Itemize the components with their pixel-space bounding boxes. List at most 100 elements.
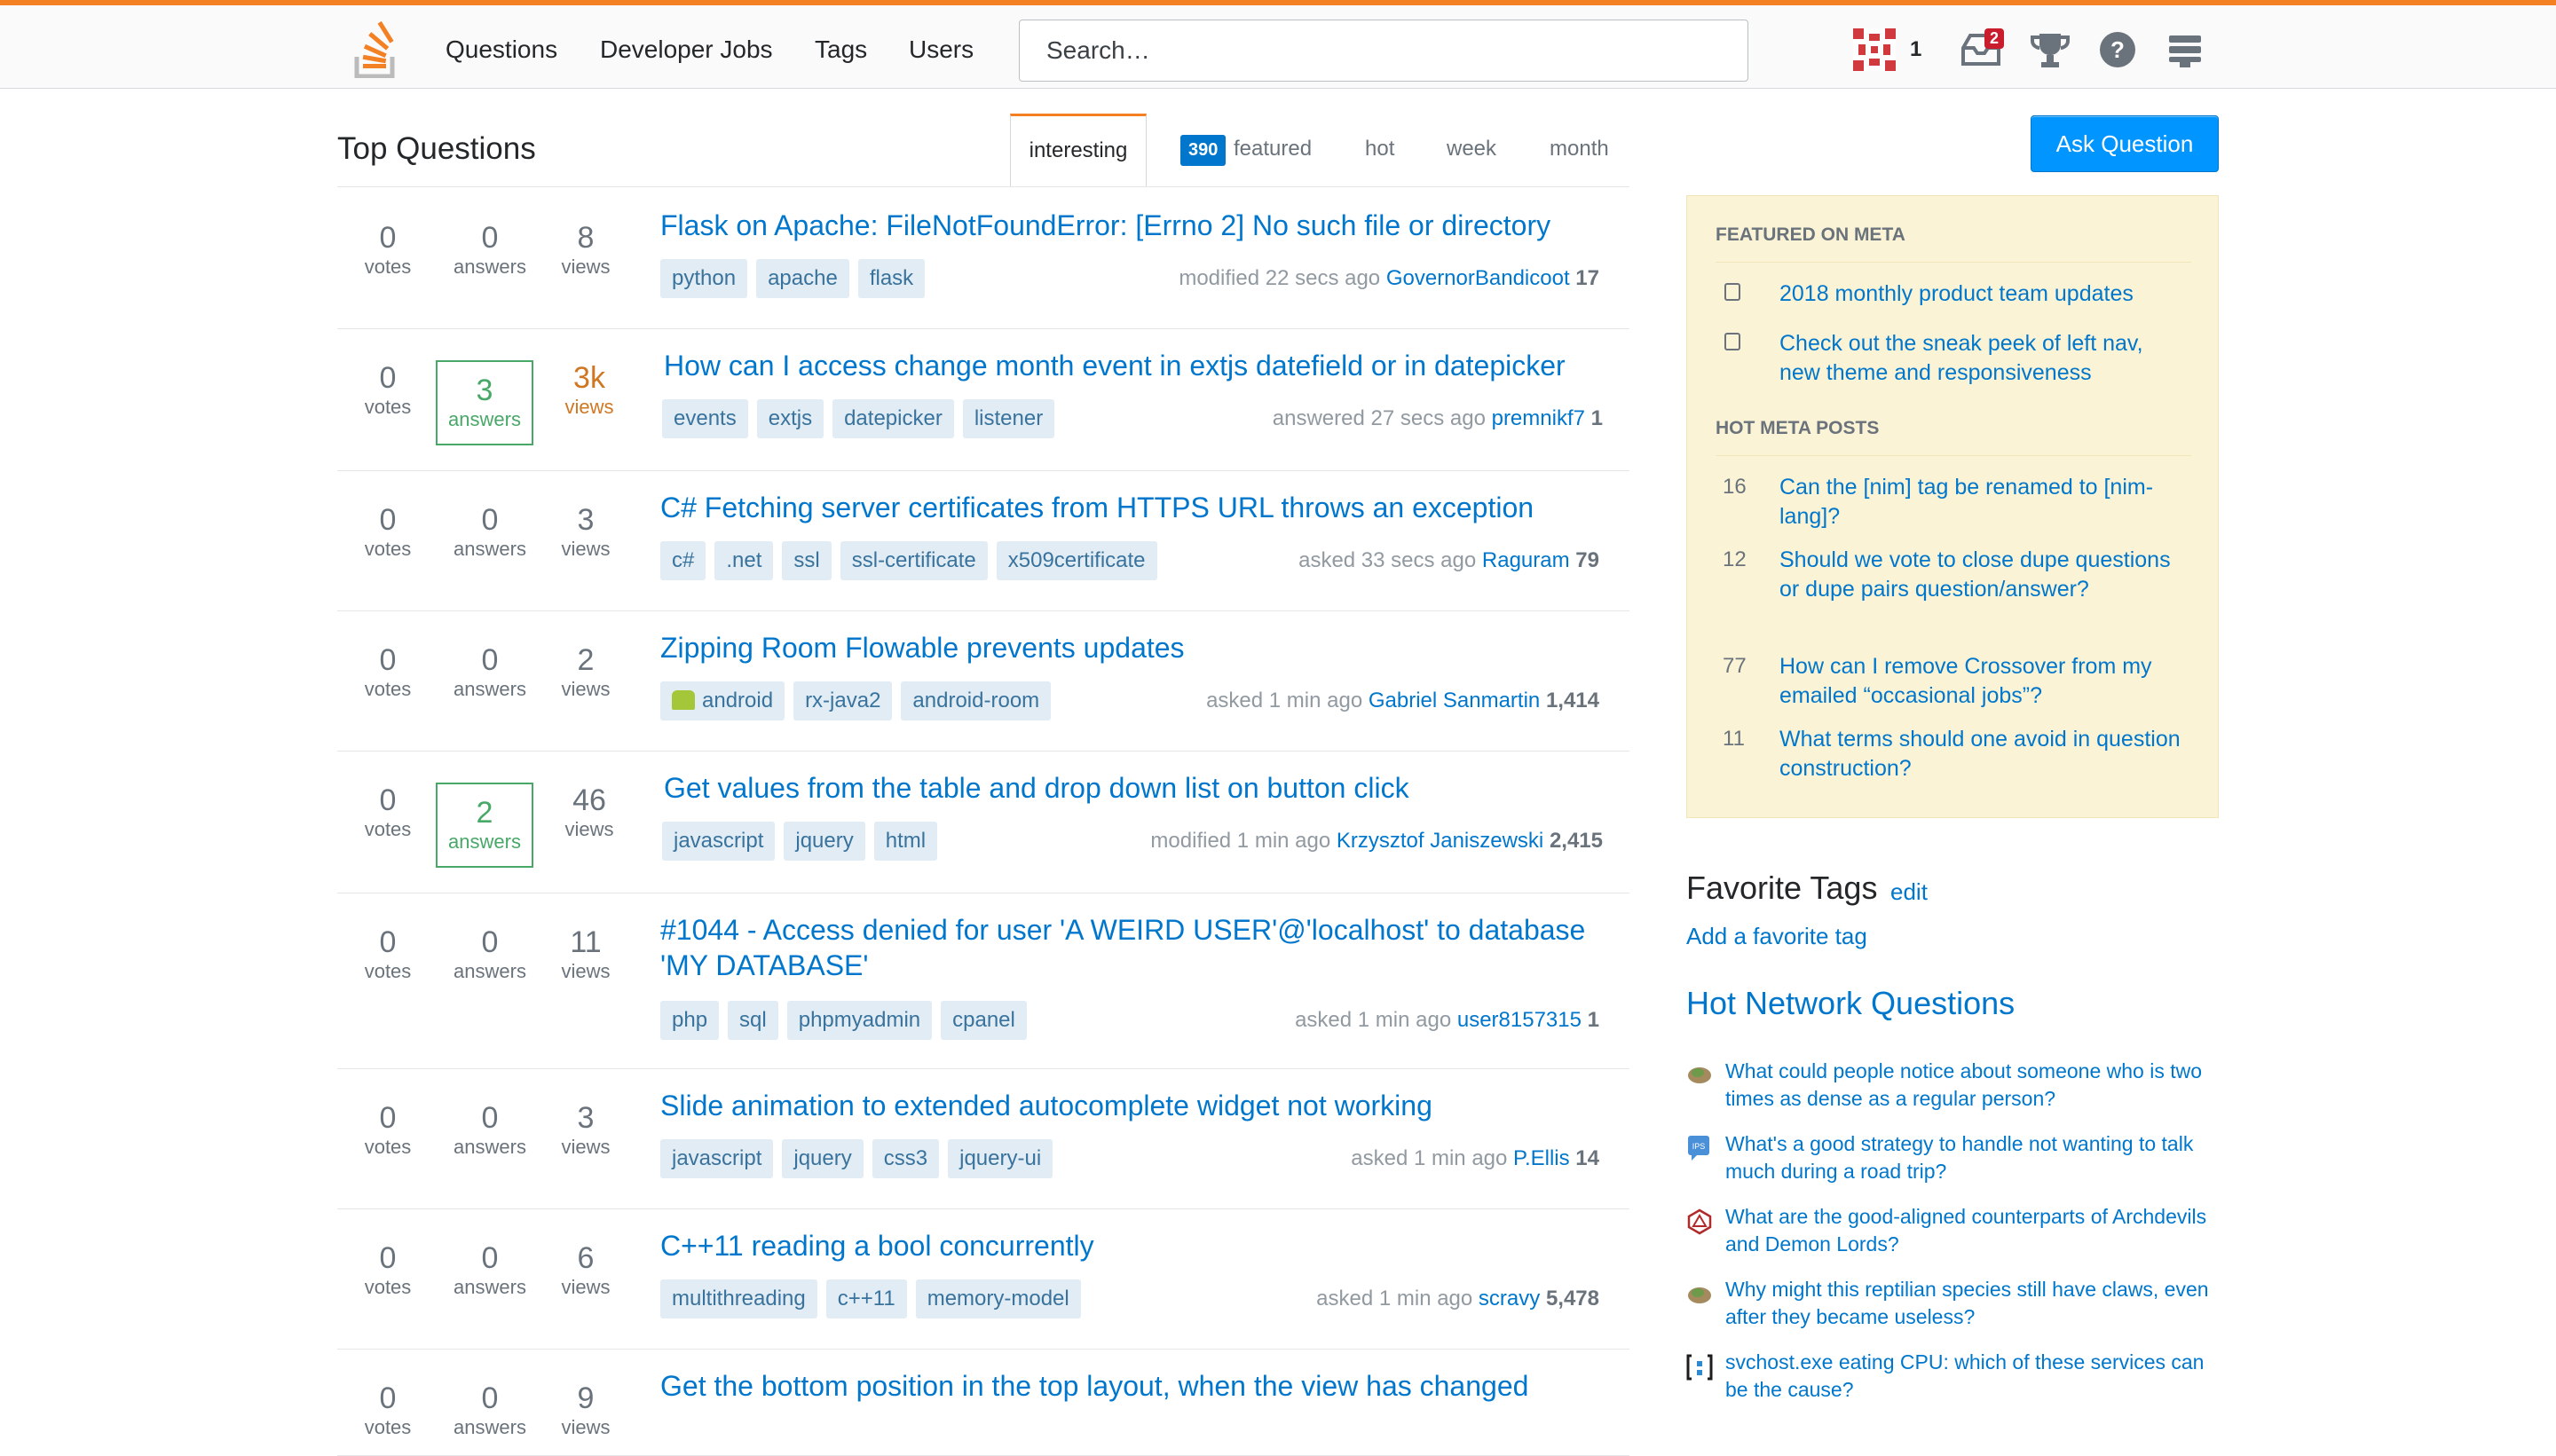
activity-time[interactable]: answered 27 secs ago — [1273, 406, 1486, 430]
tag-events[interactable]: events — [662, 399, 748, 438]
answer-count-count: 0 — [481, 221, 499, 255]
tag-phpmyadmin[interactable]: phpmyadmin — [786, 1001, 933, 1040]
question-title-link[interactable]: C# Fetching server certificates from HTT… — [660, 490, 1619, 525]
question-title-link[interactable]: How can I access change month event in e… — [664, 348, 1622, 383]
tab-hot[interactable]: hot — [1365, 137, 1394, 161]
user-link[interactable]: premnikf7 — [1492, 406, 1585, 430]
help-icon[interactable]: ? — [2096, 28, 2139, 71]
meta-post-icon — [1724, 283, 1740, 301]
question-title-link[interactable]: Get values from the table and drop down … — [664, 770, 1622, 806]
activity-time[interactable]: asked 1 min ago — [1351, 1146, 1507, 1170]
question-title-link[interactable]: #1044 - Access denied for user 'A WEIRD … — [660, 912, 1619, 983]
user-link[interactable]: scravy — [1479, 1287, 1540, 1310]
hot-meta-link[interactable]: How can I remove Crossover from my email… — [1779, 652, 2188, 711]
activity-time[interactable]: asked 1 min ago — [1316, 1287, 1472, 1310]
hot-meta-link[interactable]: Should we vote to close dupe questions o… — [1779, 546, 2188, 604]
tag-html[interactable]: html — [873, 822, 938, 861]
tag-extjs[interactable]: extjs — [756, 399, 824, 438]
hot-network-question-link[interactable]: Why might this reptilian species still h… — [1725, 1276, 2222, 1331]
tag-label: sql — [739, 1008, 767, 1032]
avatar[interactable] — [1853, 28, 1896, 71]
tab-month[interactable]: month — [1550, 137, 1609, 161]
tag-ssl-certificate[interactable]: ssl-certificate — [840, 541, 988, 580]
featured-count-badge[interactable]: 390 — [1180, 135, 1227, 166]
tag-datepicker[interactable]: datepicker — [832, 399, 954, 438]
activity-time[interactable]: asked 1 min ago — [1295, 1008, 1451, 1032]
tag-cpanel[interactable]: cpanel — [941, 1001, 1027, 1040]
tag-apache[interactable]: apache — [756, 259, 849, 298]
nav-users[interactable]: Users — [909, 35, 974, 64]
user-link[interactable]: Krzysztof Janiszewski — [1337, 829, 1543, 853]
user-link[interactable]: user8157315 — [1457, 1008, 1582, 1032]
tag-flask[interactable]: flask — [857, 259, 926, 298]
question-title-link[interactable]: Flask on Apache: FileNotFoundError: [Err… — [660, 208, 1619, 243]
question-title-link[interactable]: C++11 reading a bool concurrently — [660, 1228, 1619, 1263]
user-link[interactable]: GovernorBandicoot — [1386, 266, 1570, 290]
hot-network-question-link[interactable]: What's a good strategy to handle not wan… — [1725, 1130, 2222, 1185]
user-reputation: 14 — [1575, 1146, 1599, 1170]
hot-meta-count: 77 — [1723, 654, 1747, 678]
nav-tags[interactable]: Tags — [815, 35, 867, 64]
tag-python[interactable]: python — [660, 259, 748, 298]
tag-android[interactable]: android — [660, 681, 785, 720]
tag-rx-java2[interactable]: rx-java2 — [793, 681, 893, 720]
site-switcher-icon[interactable] — [2164, 28, 2206, 71]
activity-time[interactable]: modified 22 secs ago — [1179, 266, 1380, 290]
view-count-count: 11 — [570, 925, 602, 959]
tag-c-11[interactable]: c++11 — [825, 1279, 907, 1318]
hot-meta-link[interactable]: What terms should one avoid in question … — [1779, 725, 2188, 783]
tag-memory-model[interactable]: memory-model — [915, 1279, 1081, 1318]
vote-count: 0 votes — [339, 642, 437, 701]
user-link[interactable]: P.Ellis — [1513, 1146, 1570, 1170]
tag-listener[interactable]: listener — [962, 399, 1055, 438]
tag-label: memory-model — [927, 1287, 1069, 1310]
hot-network-question-link[interactable]: What are the good-aligned counterparts o… — [1725, 1203, 2222, 1258]
stackoverflow-logo-icon[interactable] — [353, 21, 403, 78]
featured-meta-link[interactable]: 2018 monthly product team updates — [1779, 279, 2188, 309]
vote-count-label: votes — [364, 1276, 412, 1298]
activity-time[interactable]: asked 33 secs ago — [1298, 548, 1476, 572]
superuser-icon — [1686, 1354, 1713, 1381]
tag-multithreading[interactable]: multithreading — [660, 1279, 817, 1318]
achievements-trophy-icon[interactable] — [2029, 28, 2071, 71]
question-meta: asked 1 min ago scravy 5,478 — [1316, 1287, 1599, 1311]
tab-week[interactable]: week — [1447, 137, 1496, 161]
tag-jquery-ui[interactable]: jquery-ui — [948, 1139, 1053, 1178]
tab-featured[interactable]: featured — [1234, 137, 1312, 161]
svg-text:IPS: IPS — [1692, 1142, 1706, 1151]
hot-network-question-link[interactable]: svchost.exe eating CPU: which of these s… — [1725, 1349, 2222, 1404]
tag--net[interactable]: .net — [714, 541, 774, 580]
tag-javascript[interactable]: javascript — [662, 822, 776, 861]
view-count-label: views — [564, 818, 614, 840]
question-title-link[interactable]: Get the bottom position in the top layou… — [660, 1368, 1619, 1404]
tag-ssl[interactable]: ssl — [782, 541, 832, 580]
tag-c-[interactable]: c# — [660, 541, 706, 580]
tag-javascript[interactable]: javascript — [660, 1139, 774, 1178]
question-title-link[interactable]: Zipping Room Flowable prevents updates — [660, 630, 1619, 665]
hot-network-question-link[interactable]: What could people notice about someone w… — [1725, 1058, 2222, 1113]
favorite-tags-edit-link[interactable]: edit — [1890, 878, 1928, 906]
tag-css3[interactable]: css3 — [872, 1139, 940, 1178]
hot-network-questions-title[interactable]: Hot Network Questions — [1686, 985, 2015, 1022]
tag-label: c# — [672, 548, 695, 572]
ask-question-button[interactable]: Ask Question — [2031, 115, 2219, 172]
tab-interesting[interactable]: interesting — [1010, 114, 1147, 186]
tag-php[interactable]: php — [660, 1001, 720, 1040]
tag-jquery[interactable]: jquery — [784, 822, 865, 861]
user-link[interactable]: Gabriel Sanmartin — [1369, 689, 1540, 712]
tag-sql[interactable]: sql — [728, 1001, 778, 1040]
search-input[interactable] — [1019, 20, 1748, 82]
nav-developer-jobs[interactable]: Developer Jobs — [600, 35, 773, 64]
tag-jquery[interactable]: jquery — [782, 1139, 864, 1178]
reputation-count: 1 — [1910, 37, 1922, 61]
nav-questions[interactable]: Questions — [446, 35, 557, 64]
hot-meta-link[interactable]: Can the [nim] tag be renamed to [nim-lan… — [1779, 473, 2188, 531]
tag-x509certificate[interactable]: x509certificate — [996, 541, 1157, 580]
featured-meta-link[interactable]: Check out the sneak peek of left nav, ne… — [1779, 329, 2188, 388]
user-link[interactable]: Raguram — [1482, 548, 1570, 572]
question-title-link[interactable]: Slide animation to extended autocomplete… — [660, 1088, 1619, 1123]
add-favorite-tag-link[interactable]: Add a favorite tag — [1686, 923, 1867, 950]
activity-time[interactable]: modified 1 min ago — [1150, 829, 1330, 853]
activity-time[interactable]: asked 1 min ago — [1206, 689, 1362, 712]
tag-android-room[interactable]: android-room — [901, 681, 1052, 720]
